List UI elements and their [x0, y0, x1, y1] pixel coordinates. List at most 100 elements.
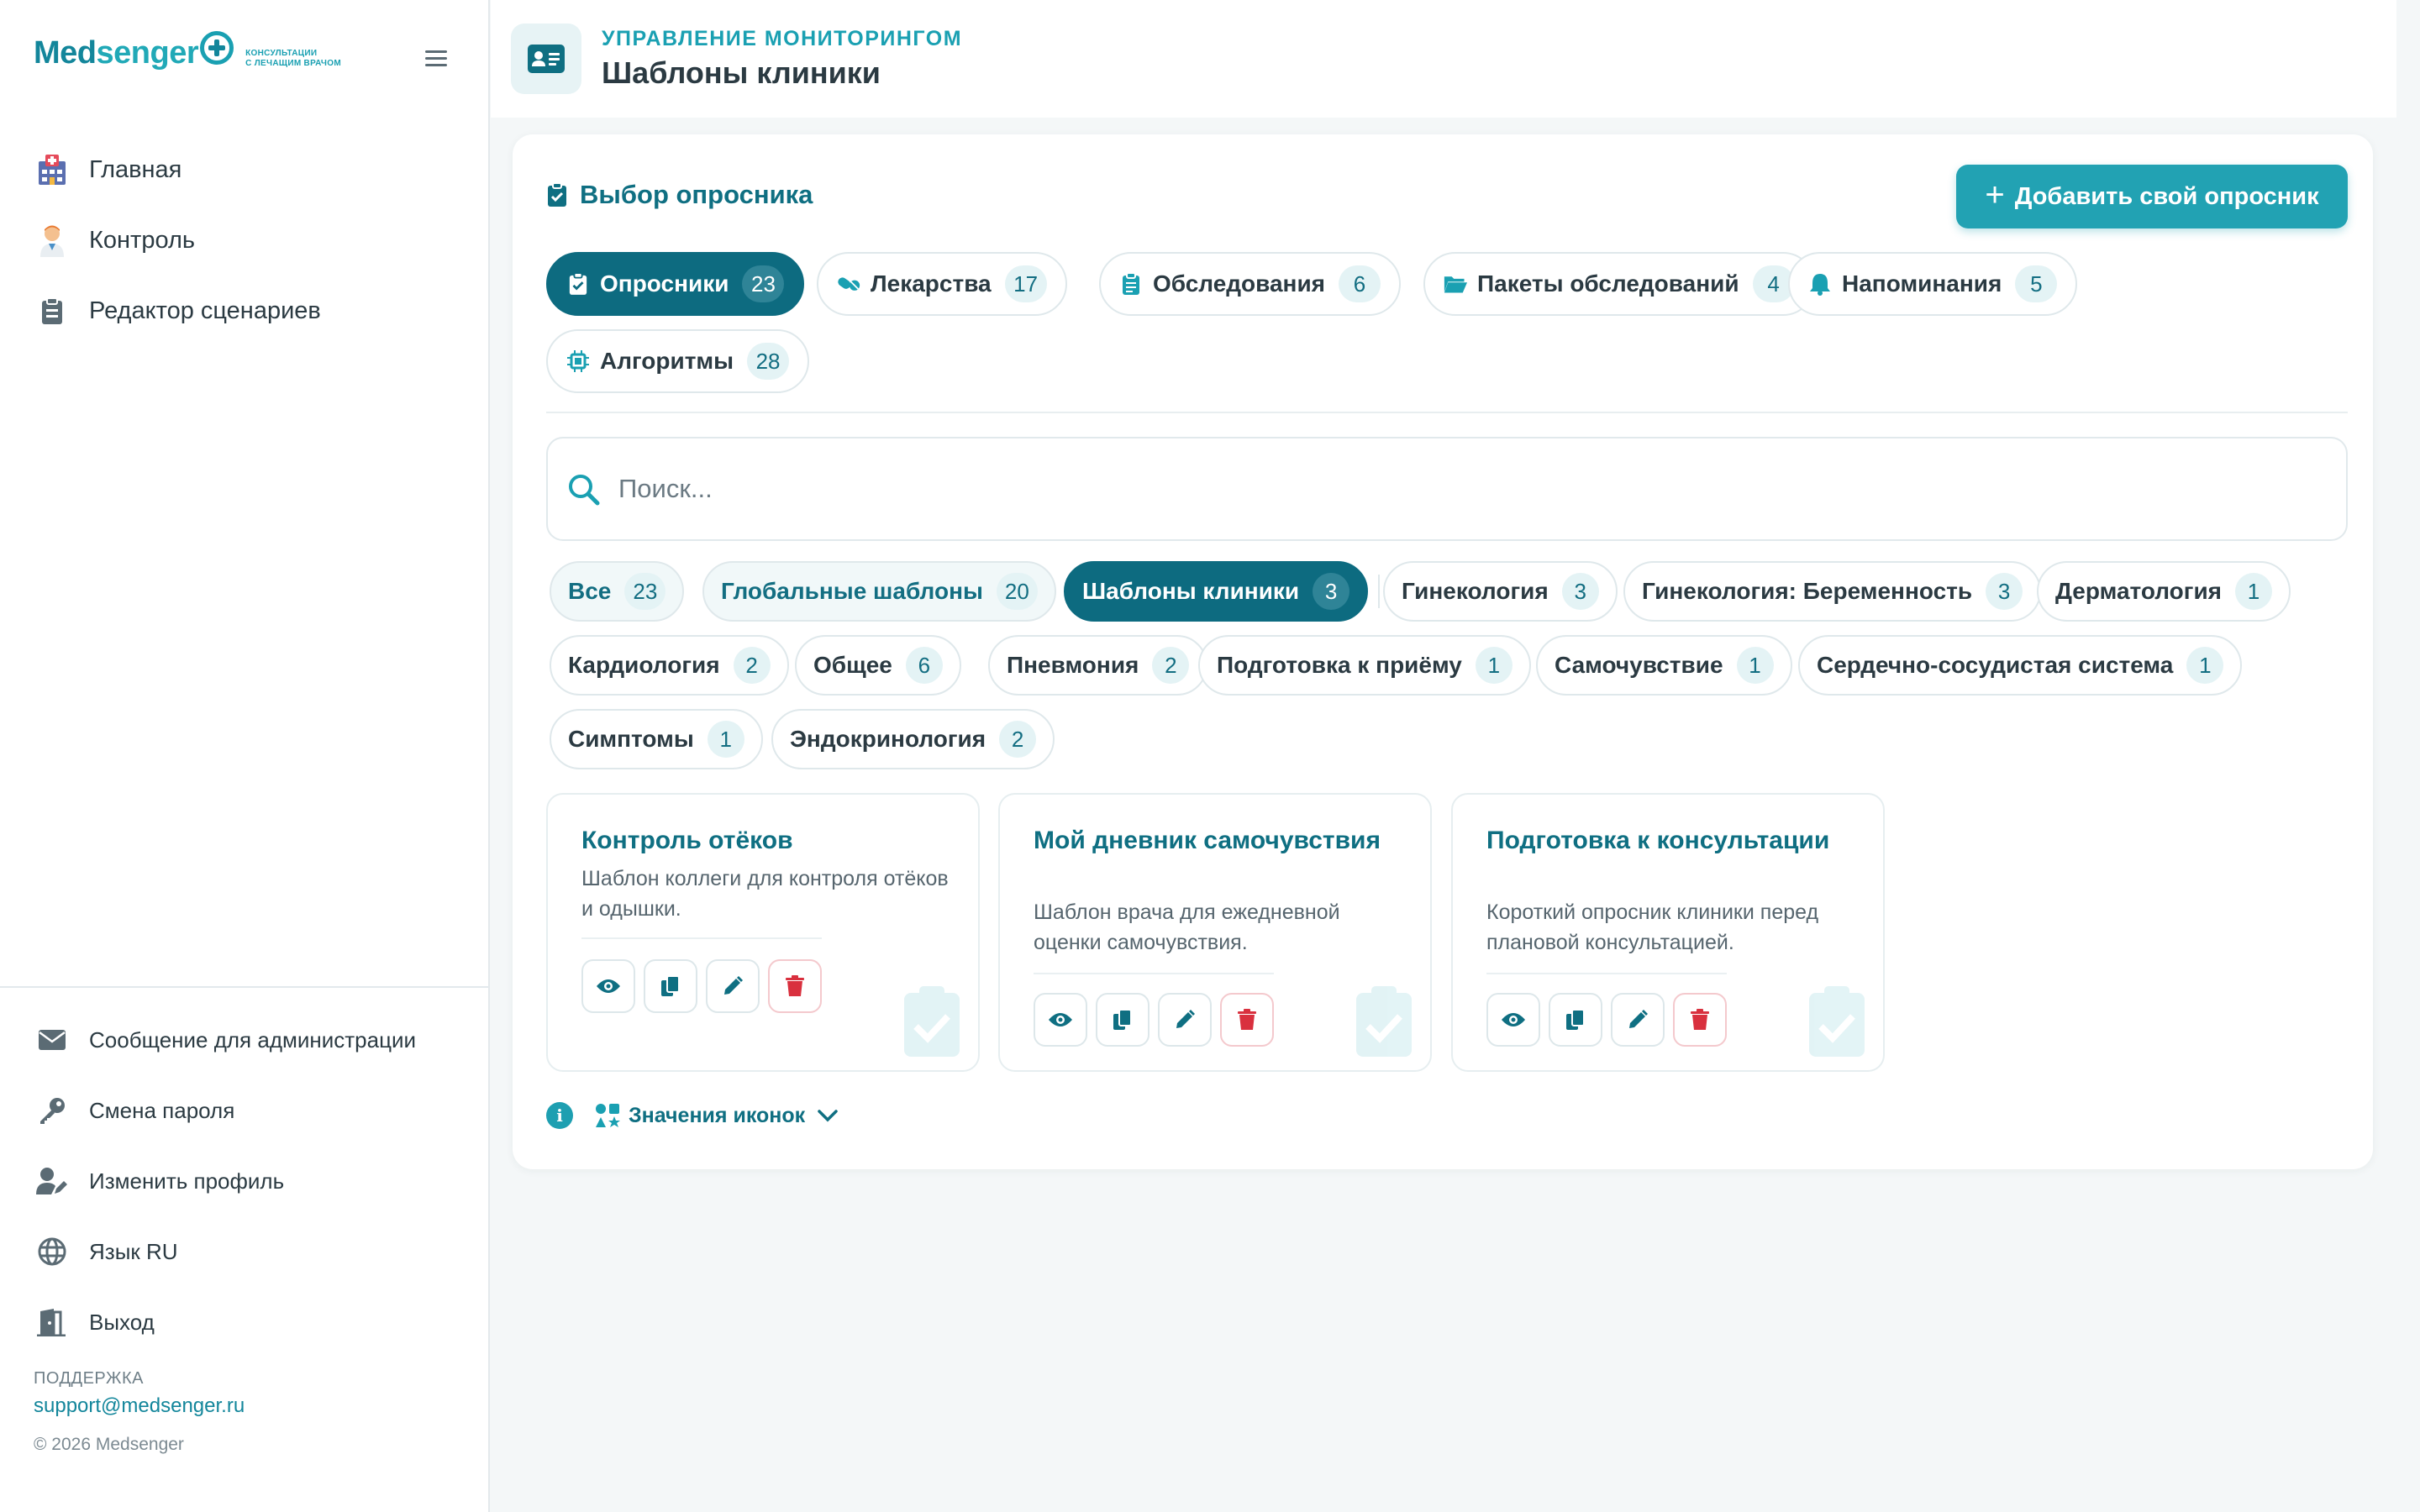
- user-edit-icon: [34, 1163, 71, 1200]
- filter-label: Пневмония: [1007, 652, 1139, 678]
- search-input[interactable]: [618, 474, 2215, 504]
- filter-chip-clinic-templates[interactable]: Шаблоны клиники 3: [1064, 561, 1369, 622]
- card-divider: [581, 937, 822, 939]
- template-card[interactable]: Подготовка к консультации Короткий опрос…: [1451, 793, 1885, 1072]
- icon-legend-toggle[interactable]: Значения иконок: [595, 1103, 839, 1128]
- icon-legend-label: Значения иконок: [629, 1103, 806, 1127]
- section-title-label: Выбор опросника: [580, 180, 813, 209]
- filter-label: Шаблоны клиники: [1082, 578, 1300, 604]
- tab-medications[interactable]: Лекарства 17: [817, 252, 1067, 316]
- filter-label: Кардиология: [568, 652, 720, 678]
- sidebar-item-edit-profile[interactable]: Изменить профиль: [34, 1146, 416, 1216]
- trash-icon: [1691, 1009, 1709, 1030]
- delete-button[interactable]: [768, 959, 822, 1013]
- filter-chip-symptoms[interactable]: Симптомы 1: [550, 709, 763, 769]
- filter-label: Дерматология: [2055, 578, 2222, 604]
- filter-chip-wellbeing[interactable]: Самочувствие 1: [1536, 635, 1792, 696]
- delete-button[interactable]: [1220, 993, 1274, 1047]
- sidebar-item-logout[interactable]: Выход: [34, 1287, 416, 1357]
- sidebar-item-control[interactable]: Контроль: [34, 205, 321, 276]
- filter-count-badge: 2: [733, 647, 771, 684]
- tab-exam-packages[interactable]: Пакеты обследований 4: [1423, 252, 1815, 316]
- filter-count-badge: 2: [1152, 647, 1190, 684]
- pencil-icon: [1629, 1010, 1648, 1028]
- clipboard-check-icon: [1809, 986, 1865, 1057]
- filter-chip-cardiology[interactable]: Кардиология 2: [550, 635, 789, 696]
- template-description: Короткий опросник клиники перед плановой…: [1486, 900, 1819, 954]
- copyright: © 2026 Medsenger: [34, 1435, 184, 1454]
- page-title: Шаблоны клиники: [602, 55, 881, 90]
- filter-chip-cardiovascular[interactable]: Сердечно-сосудистая система 1: [1798, 635, 2243, 696]
- template-title: Мой дневник самочувствия: [1034, 827, 1381, 854]
- sidebar-item-admin-message[interactable]: Сообщение для администрации: [34, 1005, 416, 1075]
- copy-button[interactable]: [644, 959, 697, 1013]
- search-icon: [569, 475, 600, 506]
- filter-chip-appointment-prep[interactable]: Подготовка к приёму 1: [1198, 635, 1531, 696]
- pencil-icon: [1176, 1010, 1195, 1028]
- template-card[interactable]: Контроль отёков Шаблон коллеги для контр…: [546, 793, 980, 1072]
- plus-icon: +: [1985, 176, 2005, 213]
- tab-label: Обследования: [1153, 270, 1326, 297]
- envelope-icon: [34, 1021, 71, 1058]
- copy-button[interactable]: [1549, 993, 1602, 1047]
- logo-word-part2: senger: [96, 35, 199, 71]
- filter-count-badge: 2: [999, 721, 1037, 758]
- filter-label: Гинекология: Беременность: [1642, 578, 1973, 604]
- edit-button[interactable]: [1158, 993, 1212, 1047]
- edit-button[interactable]: [706, 959, 760, 1013]
- template-actions: [1486, 993, 1735, 1047]
- filter-chip-dermatology[interactable]: Дерматология 1: [2037, 561, 2291, 622]
- edit-button[interactable]: [1611, 993, 1665, 1047]
- tab-examinations[interactable]: Обследования 6: [1099, 252, 1402, 316]
- filter-chip-endocrinology[interactable]: Эндокринология 2: [771, 709, 1055, 769]
- filter-chip-pneumonia[interactable]: Пневмония 2: [988, 635, 1208, 696]
- template-card[interactable]: Мой дневник самочувствия Шаблон врача дл…: [998, 793, 1432, 1072]
- sidebar-item-label: Главная: [89, 155, 182, 183]
- clipboard-check-icon: [1356, 986, 1412, 1057]
- copy-button[interactable]: [1096, 993, 1150, 1047]
- filter-chip-general[interactable]: Общее 6: [795, 635, 961, 696]
- view-button[interactable]: [1486, 993, 1540, 1047]
- support-email-link[interactable]: support@medsenger.ru: [34, 1394, 245, 1418]
- filter-count-badge: 3: [1561, 573, 1599, 610]
- folder-open-icon: [1444, 272, 1467, 296]
- section-title: Выбор опросника: [546, 180, 813, 210]
- filter-count-badge: 1: [2186, 647, 2224, 684]
- menu-toggle-icon[interactable]: [425, 50, 447, 67]
- questionnaire-picker-card: Выбор опросника + Добавить свой опросник…: [513, 134, 2373, 1169]
- sidebar-item-home[interactable]: Главная: [34, 134, 321, 205]
- filter-label: Общее: [813, 652, 892, 678]
- template-title: Контроль отёков: [581, 827, 793, 854]
- filter-chip-global-templates[interactable]: Глобальные шаблоны 20: [702, 561, 1056, 622]
- pills-icon: [837, 272, 860, 296]
- sidebar-item-label: Язык RU: [89, 1238, 178, 1264]
- tab-questionnaires[interactable]: Опросники 23: [546, 252, 805, 316]
- tab-algorithms[interactable]: Алгоритмы 28: [546, 329, 810, 393]
- filter-chip-gynecology-pregnancy[interactable]: Гинекология: Беременность 3: [1623, 561, 2042, 622]
- filter-count-badge: 6: [905, 647, 943, 684]
- view-button[interactable]: [581, 959, 635, 1013]
- logo-word-part1: Med: [34, 35, 97, 71]
- tab-label: Алгоритмы: [600, 348, 734, 374]
- view-button[interactable]: [1034, 993, 1087, 1047]
- filter-divider: [1378, 575, 1380, 608]
- delete-button[interactable]: [1673, 993, 1727, 1047]
- sidebar-item-change-password[interactable]: Смена пароля: [34, 1075, 416, 1146]
- clipboard-check-icon: [548, 182, 566, 207]
- sidebar-item-language[interactable]: Язык RU: [34, 1216, 416, 1287]
- tab-label: Пакеты обследований: [1477, 270, 1739, 297]
- info-icon[interactable]: i: [546, 1102, 573, 1129]
- sidebar-item-label: Контроль: [89, 226, 195, 254]
- doctor-icon: [34, 222, 71, 259]
- tab-reminders[interactable]: Напоминания 5: [1788, 252, 2078, 316]
- sidebar-item-scenario-editor[interactable]: Редактор сценариев: [34, 276, 321, 346]
- medsenger-logo[interactable]: Medsenger КОНСУЛЬТАЦИИ С ЛЕЧАЩИМ ВРАЧОМ: [34, 30, 341, 71]
- template-description: Шаблон коллеги для контроля отёков и оды…: [581, 867, 949, 921]
- filter-chip-gynecology[interactable]: Гинекология 3: [1383, 561, 1618, 622]
- filter-chip-all[interactable]: Все 23: [550, 561, 685, 622]
- globe-icon: [34, 1233, 71, 1270]
- filter-label: Сердечно-сосудистая система: [1817, 652, 2174, 678]
- clipboard-icon: [34, 292, 71, 329]
- copy-icon: [661, 975, 680, 996]
- add-questionnaire-button[interactable]: + Добавить свой опросник: [1956, 165, 2348, 228]
